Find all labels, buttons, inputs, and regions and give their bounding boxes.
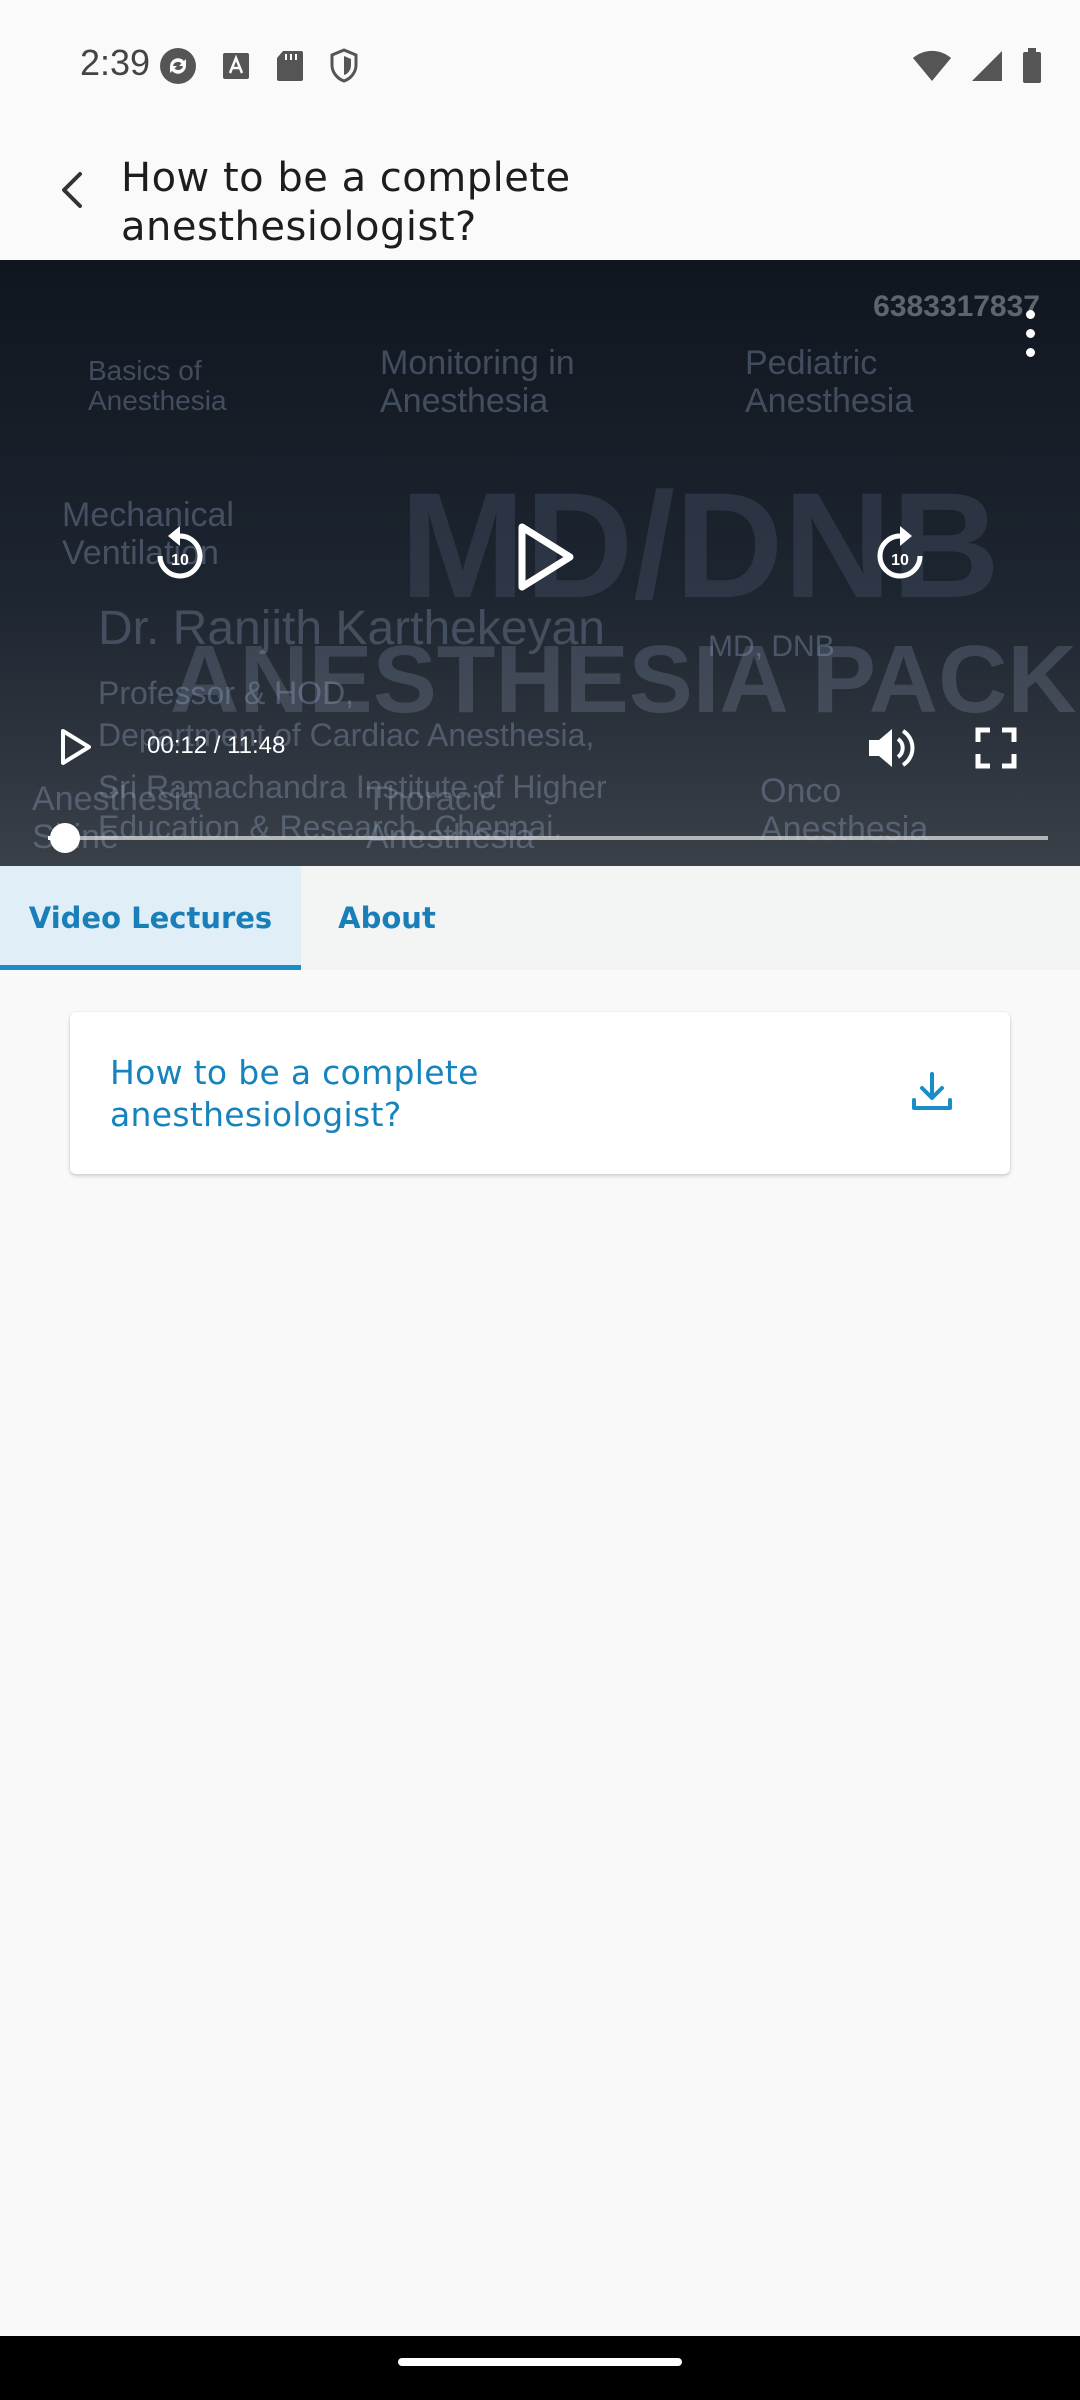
- status-time: 2:39: [80, 42, 151, 83]
- fullscreen-icon: [975, 727, 1017, 769]
- lecture-title[interactable]: How to be a complete anesthesiologist?: [110, 1052, 730, 1136]
- video-player[interactable]: MD/DNB ANESTHESIA PACK Basics of Anesthe…: [0, 260, 1080, 866]
- home-gesture-handle[interactable]: [398, 2358, 682, 2366]
- video-bg-presenter-role: Professor & HOD,: [98, 675, 355, 711]
- status-notification-icons: [158, 46, 360, 91]
- video-bg-presenter: Dr. Ranjith Karthekeyan: [98, 602, 605, 655]
- wifi-icon: [912, 49, 952, 88]
- rewind-seconds-label: 10: [171, 552, 189, 569]
- video-bg-topic: Thoracic Anesthesia: [366, 780, 535, 856]
- more-vert-icon: [1025, 309, 1035, 319]
- replay-10-icon: 10: [157, 526, 203, 579]
- forward-10-icon: 10: [877, 526, 923, 579]
- more-options-button[interactable]: [1010, 298, 1050, 368]
- lecture-card[interactable]: How to be a complete anesthesiologist?: [70, 1012, 1010, 1174]
- video-bg-topic: Pediatric Anesthesia: [745, 344, 914, 420]
- download-icon: [912, 1072, 952, 1110]
- video-time-display: 00:12 / 11:48: [147, 732, 286, 759]
- play-small-icon: [61, 729, 91, 765]
- app-bar: How to be a complete anesthesiologist?: [0, 136, 1080, 260]
- status-bar: 2:39: [0, 0, 1080, 136]
- status-system-icons: [912, 48, 1042, 89]
- content-tabs: Video Lectures About: [0, 866, 1080, 970]
- center-play-button[interactable]: [500, 512, 590, 602]
- download-button[interactable]: [904, 1064, 960, 1120]
- play-icon: [518, 523, 574, 591]
- page-title: How to be a complete anesthesiologist?: [121, 155, 571, 250]
- video-progress-bar[interactable]: [48, 823, 1048, 853]
- rewind-10-button[interactable]: 10: [146, 522, 214, 590]
- shield-icon: [328, 48, 360, 89]
- forward-seconds-label: 10: [891, 552, 909, 569]
- tab-about[interactable]: About: [301, 866, 473, 970]
- volume-up-icon: [869, 729, 915, 767]
- volume-button[interactable]: [862, 718, 922, 778]
- text-a-icon: [220, 50, 252, 87]
- video-progress-thumb[interactable]: [50, 823, 80, 853]
- video-bg-topic: Basics of Anesthesia: [88, 355, 227, 416]
- fullscreen-button[interactable]: [968, 718, 1024, 778]
- video-bg-topic: Monitoring in Anesthesia: [380, 344, 575, 420]
- system-nav-bar: [0, 2336, 1080, 2400]
- back-button[interactable]: [44, 162, 104, 222]
- sd-card-icon: [274, 49, 306, 88]
- signal-icon: [970, 49, 1004, 88]
- tab-video-lectures[interactable]: Video Lectures: [0, 866, 301, 970]
- back-arrow-icon: [56, 170, 92, 215]
- video-bg-presenter-degree: MD, DNB: [708, 630, 835, 663]
- play-button[interactable]: [50, 722, 100, 772]
- sync-icon: [158, 46, 198, 91]
- battery-icon: [1022, 48, 1042, 89]
- forward-10-button[interactable]: 10: [866, 522, 934, 590]
